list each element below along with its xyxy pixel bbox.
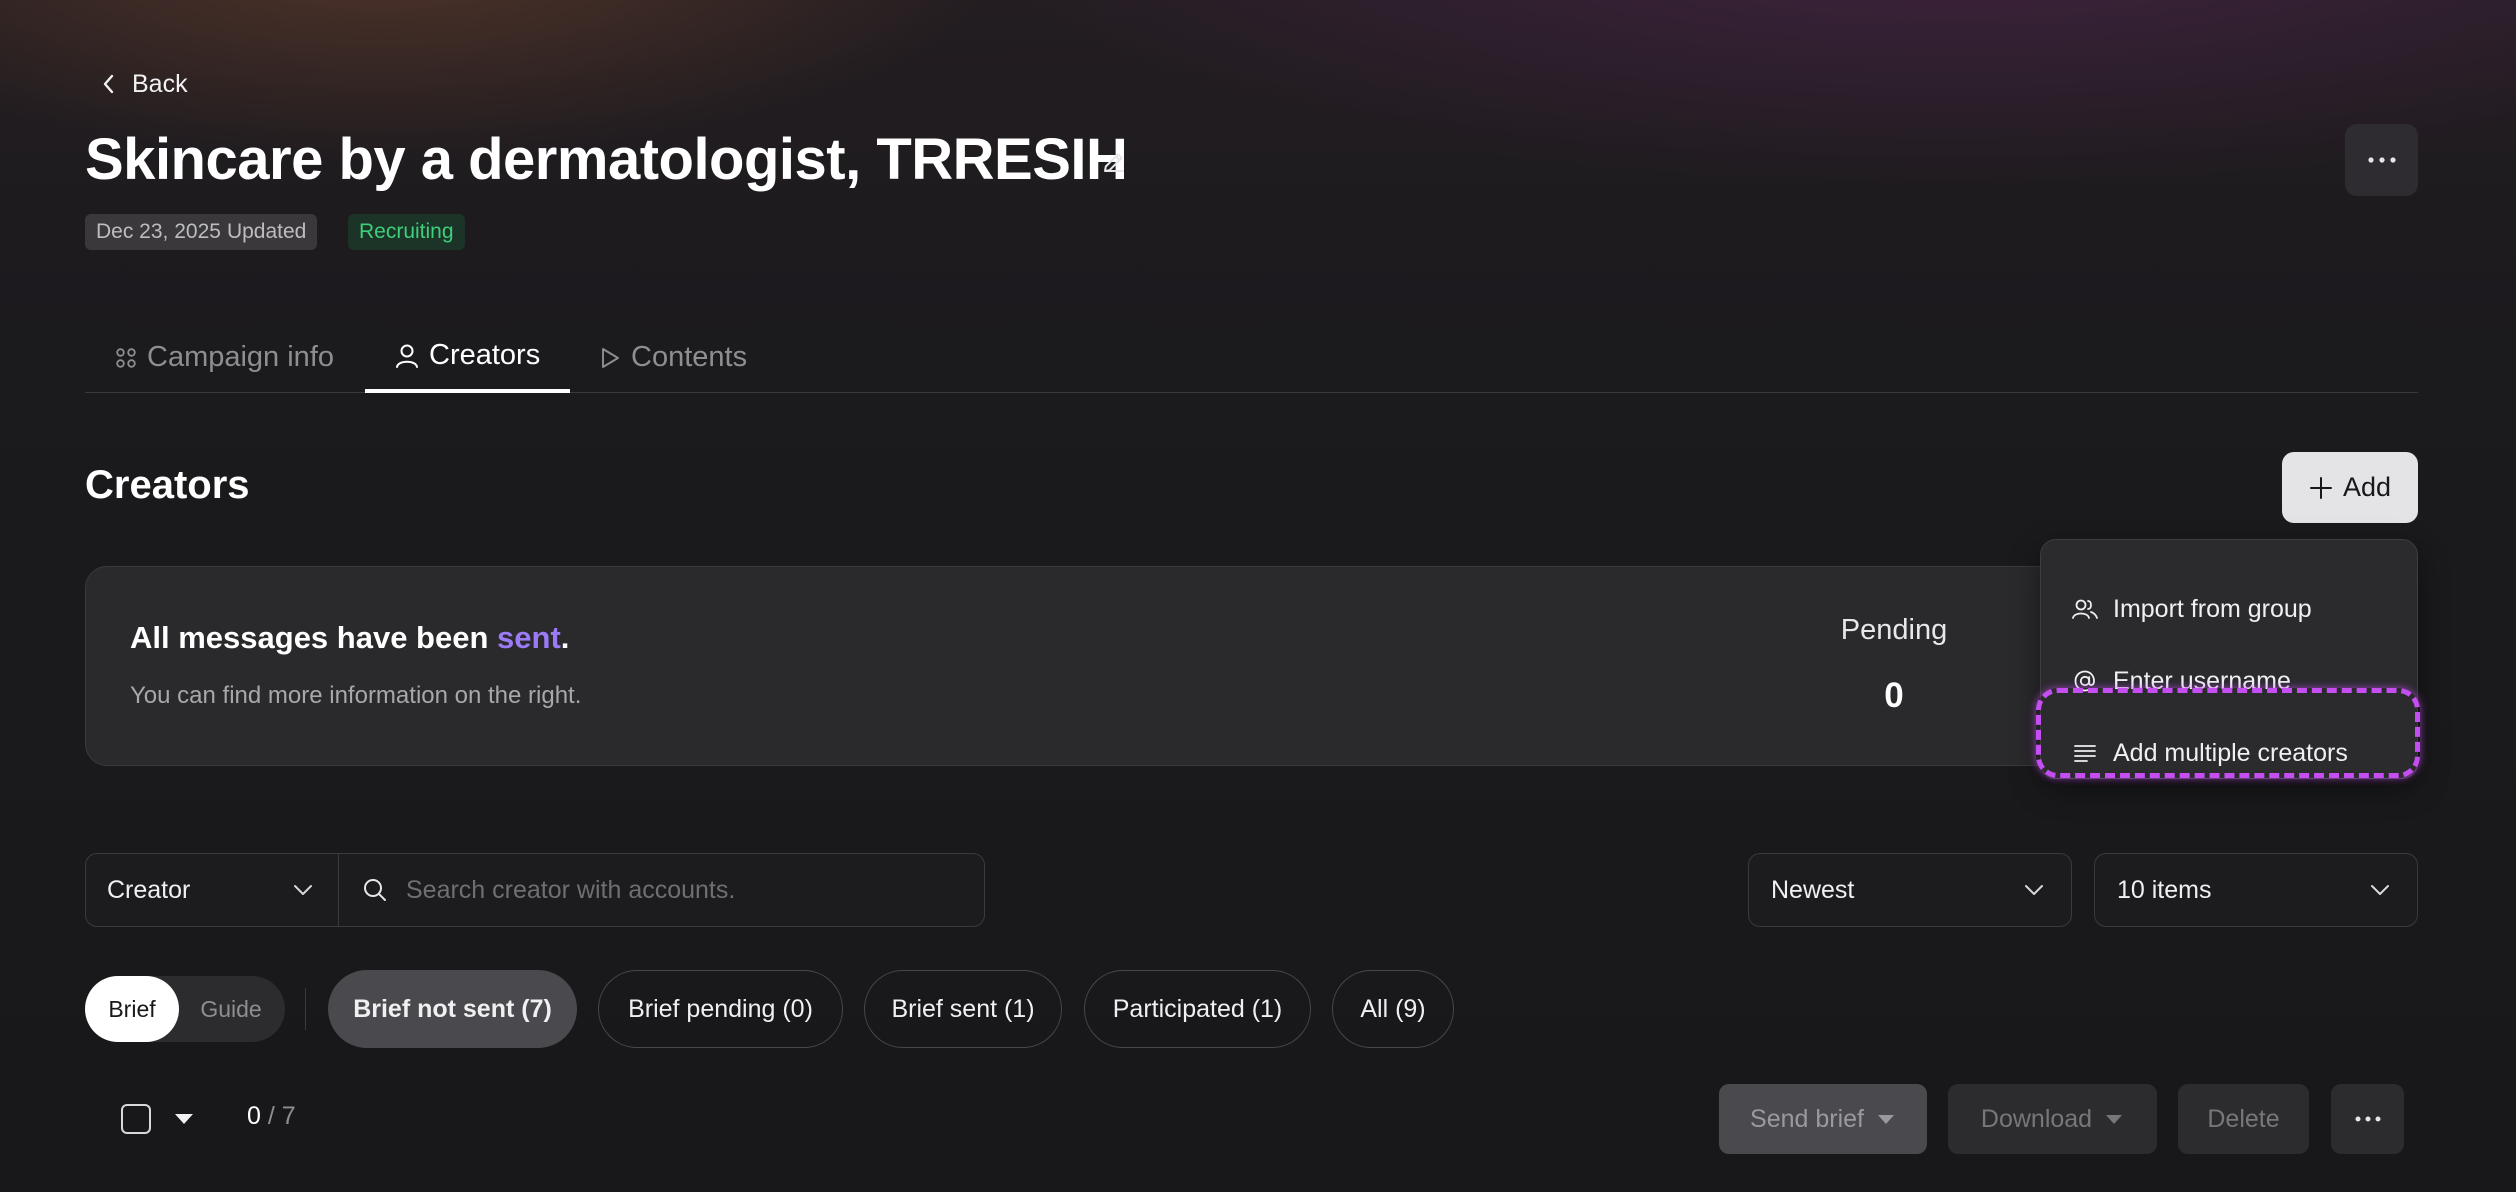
- lines-icon: [2071, 742, 2099, 764]
- grid-icon: [115, 347, 137, 369]
- search-box[interactable]: [340, 853, 984, 927]
- tab-label: Creators: [429, 339, 541, 371]
- menu-item-label: Enter username: [2113, 666, 2291, 695]
- field-select-value: Creator: [107, 875, 191, 904]
- card-subtext: You can find more information on the rig…: [130, 682, 582, 709]
- menu-item-label: Add multiple creators: [2113, 738, 2348, 767]
- pending-count: 0: [1884, 676, 1904, 715]
- delete-button[interactable]: Delete: [2178, 1084, 2309, 1154]
- tab-creators[interactable]: Creators: [365, 322, 571, 393]
- chevron-left-icon: [100, 73, 118, 95]
- at-icon: [2071, 668, 2099, 694]
- page-size-dropdown[interactable]: 10 items: [2094, 853, 2418, 927]
- menu-item-import-from-group[interactable]: Import from group: [2071, 585, 2312, 633]
- caret-down-icon: [2104, 1112, 2124, 1126]
- send-brief-button[interactable]: Send brief: [1719, 1084, 1927, 1154]
- download-label: Download: [1980, 1104, 2093, 1133]
- field-select-dropdown[interactable]: Creator: [85, 853, 339, 927]
- search-input[interactable]: [406, 875, 966, 905]
- add-label: Add: [2342, 472, 2392, 502]
- tab-contents[interactable]: Contents: [569, 322, 777, 393]
- updated-date: Dec 23, 2025: [96, 220, 221, 243]
- play-icon: [599, 346, 621, 370]
- group-icon: [2071, 597, 2099, 621]
- menu-item-enter-username[interactable]: Enter username: [2071, 657, 2291, 705]
- tab-bar: Campaign info Creators Contents: [85, 322, 2418, 393]
- search-icon: [362, 877, 388, 903]
- updated-badge: Dec 23, 2025 Updated: [85, 214, 318, 250]
- chevron-down-icon: [292, 883, 314, 897]
- selected-count: 0: [247, 1102, 261, 1130]
- sort-value: Newest: [1771, 875, 1855, 904]
- toggle-guide[interactable]: Guide: [180, 976, 282, 1042]
- chevron-down-icon: [2369, 883, 2391, 897]
- filter-pill-brief-pending[interactable]: Brief pending (0): [598, 970, 843, 1048]
- tab-label: Campaign info: [147, 341, 334, 373]
- status-badge: Recruiting: [348, 214, 465, 250]
- filter-pill-brief-sent[interactable]: Brief sent (1): [864, 970, 1062, 1048]
- send-brief-label: Send brief: [1750, 1104, 1864, 1133]
- download-button[interactable]: Download: [1948, 1084, 2157, 1154]
- caret-down-icon: [1876, 1112, 1896, 1126]
- add-button[interactable]: Add: [2282, 452, 2418, 523]
- edit-title-button[interactable]: [1096, 144, 1132, 180]
- page-size-value: 10 items: [2117, 875, 2212, 904]
- select-menu-caret-icon[interactable]: [172, 1109, 196, 1129]
- tab-label: Contents: [631, 341, 748, 373]
- more-actions-button[interactable]: [2331, 1084, 2404, 1154]
- page-title: Skincare by a dermatologist, TRRESIH: [85, 127, 1128, 192]
- select-all-checkbox[interactable]: [121, 1104, 151, 1134]
- headline-text: All messages have been: [130, 620, 498, 655]
- pencil-icon: [1100, 148, 1128, 176]
- tab-campaign-info[interactable]: Campaign info: [85, 322, 364, 393]
- back-label: Back: [132, 69, 188, 98]
- headline-accent: sent: [497, 620, 561, 655]
- total-count: / 7: [267, 1102, 296, 1130]
- updated-label: Updated: [226, 220, 307, 243]
- add-dropdown-menu: Import from group Enter username Add mul…: [2040, 539, 2418, 779]
- sort-dropdown[interactable]: Newest: [1748, 853, 2072, 927]
- filter-pill-participated[interactable]: Participated (1): [1084, 970, 1311, 1048]
- person-icon: [395, 343, 419, 369]
- plus-icon: [2309, 476, 2333, 500]
- chevron-down-icon: [2023, 883, 2045, 897]
- menu-item-add-multiple-creators[interactable]: Add multiple creators: [2071, 729, 2348, 777]
- filter-pill-brief-not-sent[interactable]: Brief not sent (7): [328, 970, 577, 1048]
- more-options-button[interactable]: [2345, 124, 2418, 196]
- filter-pill-all[interactable]: All (9): [1332, 970, 1454, 1048]
- pending-label: Pending: [1840, 614, 1948, 646]
- ellipsis-icon: [2367, 156, 2397, 164]
- divider: [305, 988, 306, 1030]
- card-headline: All messages have been sent.: [130, 620, 569, 656]
- section-title: Creators: [85, 463, 250, 507]
- back-link[interactable]: Back: [100, 64, 188, 104]
- ellipsis-icon: [2354, 1115, 2382, 1123]
- selection-count: 0 / 7: [247, 1102, 296, 1131]
- toggle-brief[interactable]: Brief: [85, 976, 179, 1042]
- headline-suffix: .: [560, 620, 570, 655]
- menu-item-label: Import from group: [2113, 594, 2312, 623]
